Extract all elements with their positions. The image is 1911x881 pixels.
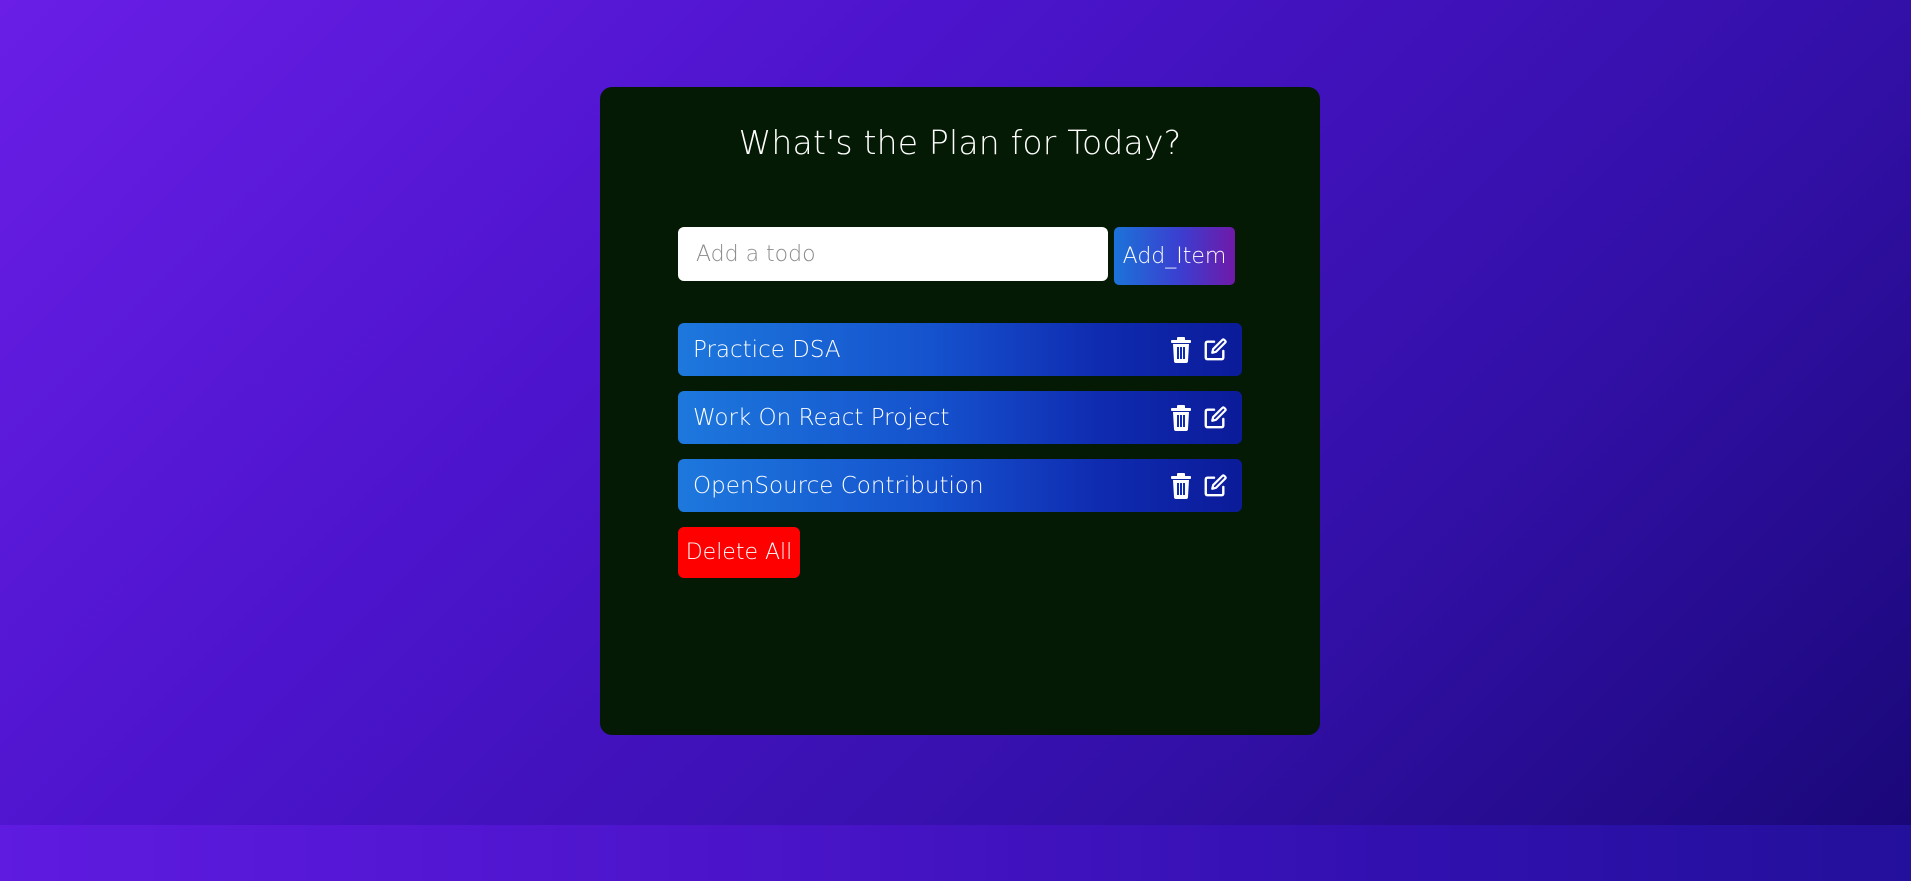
todo-item-actions <box>1169 404 1227 431</box>
trash-icon[interactable] <box>1169 472 1193 499</box>
todo-item-actions <box>1169 472 1227 499</box>
todo-item: Work On React Project <box>678 391 1242 444</box>
todo-item-text: Practice DSA <box>693 336 841 363</box>
todo-list: Practice DSA Work On React Project OpenS… <box>678 323 1242 527</box>
trash-icon[interactable] <box>1169 336 1193 363</box>
todo-item: Practice DSA <box>678 323 1242 376</box>
todo-form: Add_Item <box>678 227 1238 285</box>
delete-all-button[interactable]: Delete All <box>678 527 800 578</box>
todo-item-text: OpenSource Contribution <box>693 472 984 499</box>
trash-icon[interactable] <box>1169 404 1193 431</box>
page-title: What's the Plan for Today? <box>738 123 1182 162</box>
add-item-button[interactable]: Add_Item <box>1114 227 1235 285</box>
todo-card: What's the Plan for Today? Add_Item Prac… <box>600 87 1320 735</box>
todo-input[interactable] <box>678 227 1108 281</box>
todo-item: OpenSource Contribution <box>678 459 1242 512</box>
todo-item-actions <box>1169 336 1227 363</box>
edit-icon[interactable] <box>1203 473 1227 499</box>
edit-icon[interactable] <box>1203 405 1227 431</box>
todo-item-text: Work On React Project <box>693 404 950 431</box>
edit-icon[interactable] <box>1203 337 1227 363</box>
